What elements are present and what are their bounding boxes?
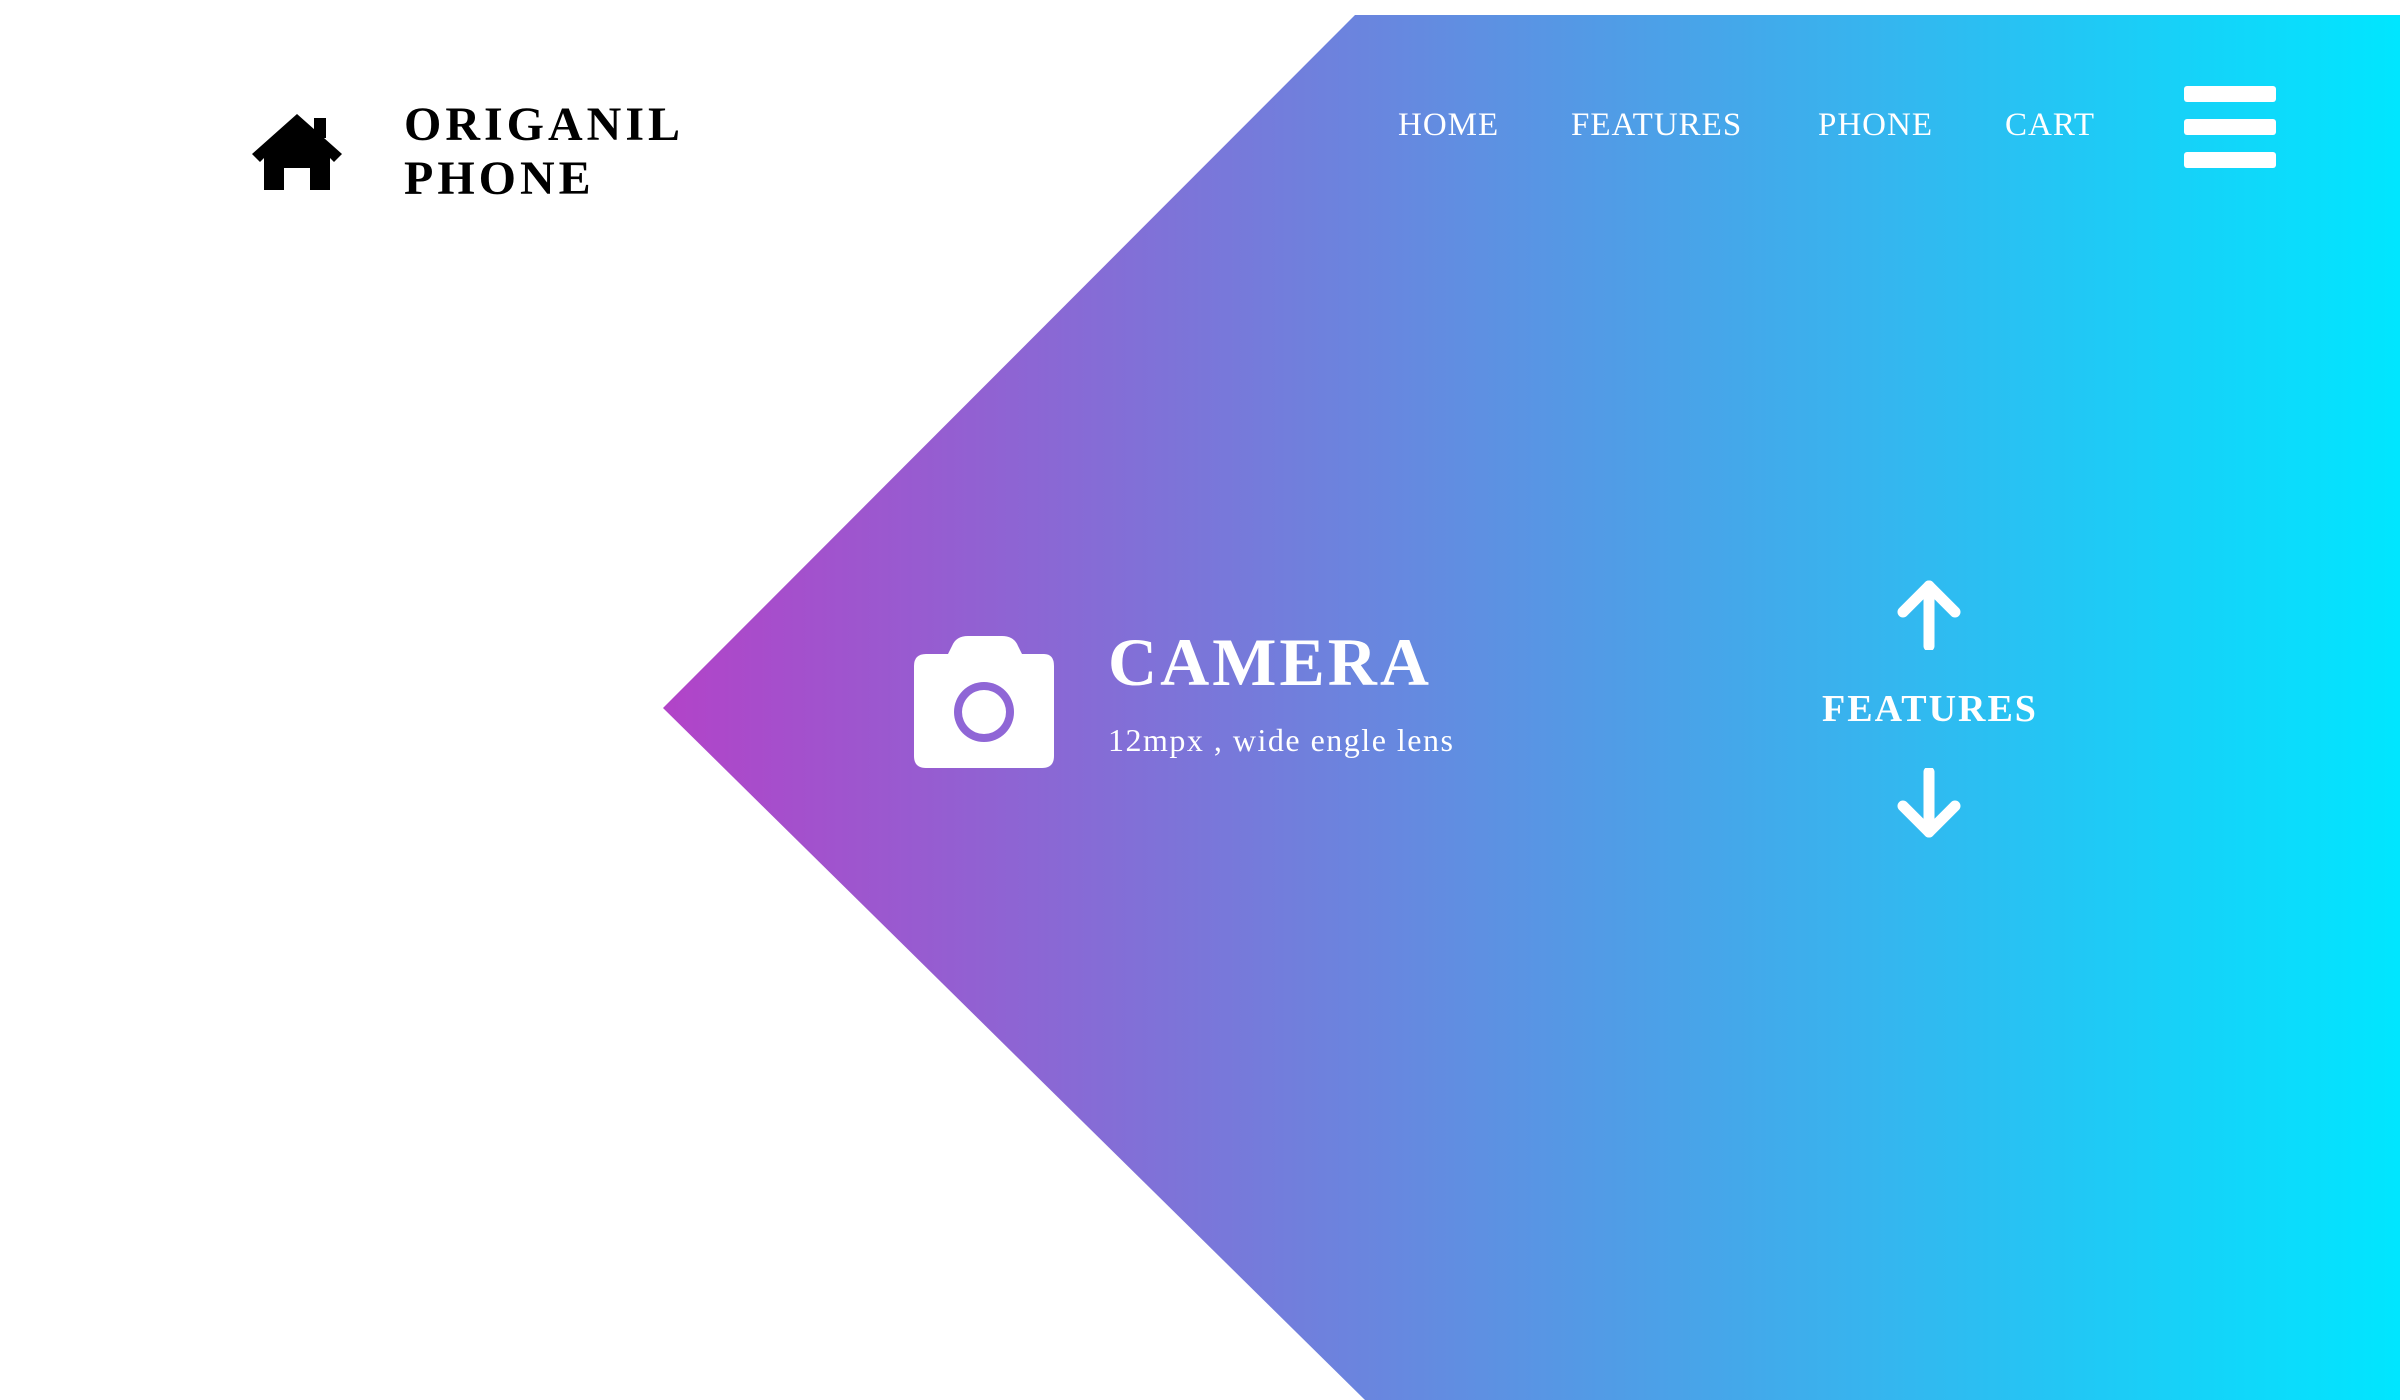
nav-phone-link[interactable]: PHONE <box>1818 100 1933 150</box>
nav-features-link[interactable]: FEATURES <box>1571 100 1742 150</box>
menu-bar <box>2184 119 2276 135</box>
brand[interactable]: ORIGANIL PHONE <box>250 98 684 206</box>
feature-card: CAMERA 12mpx , wide engle lens <box>912 620 1454 770</box>
nav-home-link[interactable]: HOME <box>1398 100 1499 150</box>
menu-bar <box>2184 152 2276 168</box>
feature-title: CAMERA <box>1108 624 1432 700</box>
features-scroller: FEATURES <box>1810 580 2050 840</box>
feature-description: 12mpx , wide engle lens <box>1108 722 1455 758</box>
arrow-up-icon[interactable] <box>1896 580 1962 650</box>
camera-icon <box>914 636 1054 768</box>
brand-name: ORIGANIL PHONE <box>404 98 684 206</box>
brand-name-line1: ORIGANIL <box>404 98 685 151</box>
home-icon <box>252 114 342 190</box>
feature-text: CAMERA 12mpx , wide engle lens <box>1108 620 1454 760</box>
nav-cart-link[interactable]: CART <box>2005 100 2095 150</box>
menu-bar <box>2184 86 2276 102</box>
arrow-down-icon[interactable] <box>1896 768 1962 838</box>
features-scroller-label: FEATURES <box>1822 688 2038 730</box>
landing-page: ORIGANIL PHONE HOME FEATURES PHONE CART … <box>0 0 2400 1400</box>
hamburger-menu-icon[interactable] <box>2184 86 2276 168</box>
brand-name-line2: PHONE <box>404 152 595 205</box>
